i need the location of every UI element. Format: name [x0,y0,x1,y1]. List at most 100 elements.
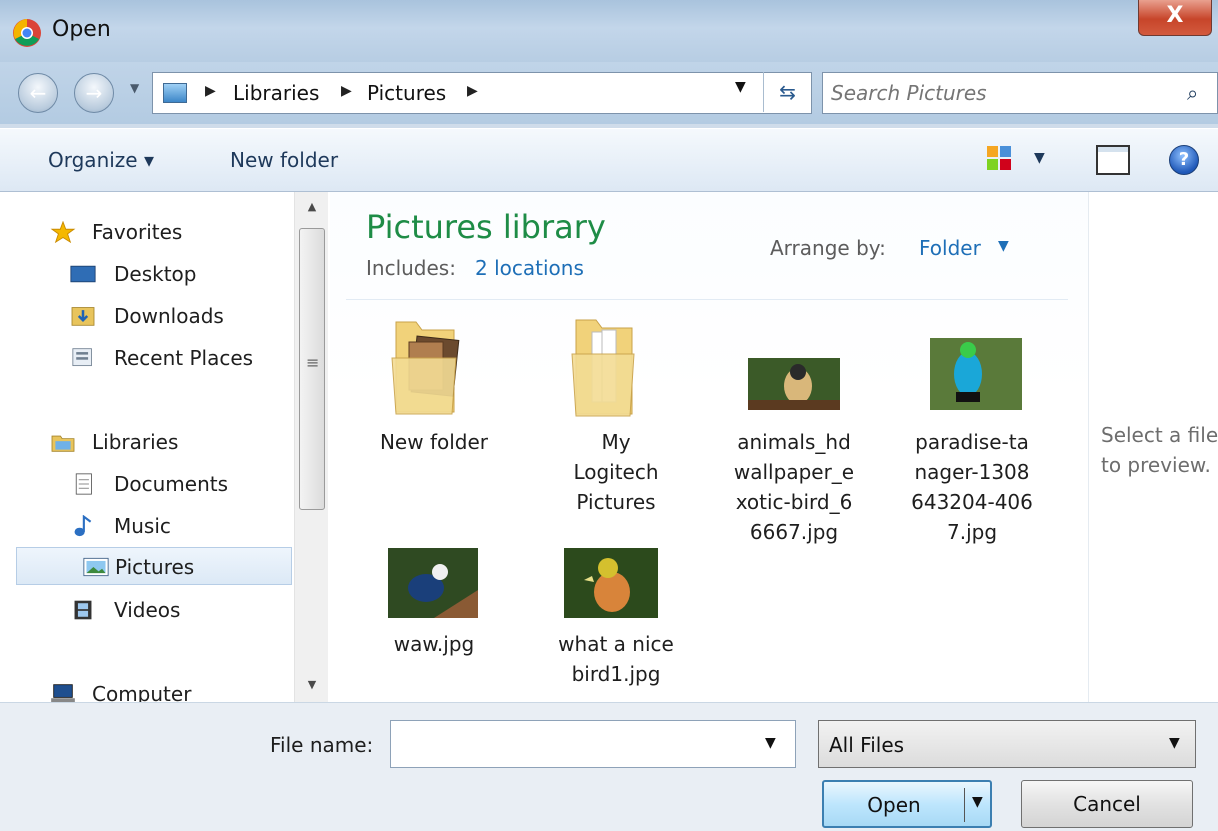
file-name-label: paradise-ta nager-1308 643204-406 7.jpg [911,430,1033,544]
search-icon[interactable]: ⌕ [1187,81,1198,105]
search-input[interactable] [831,79,1171,107]
preview-pane: Select a file to preview. [1088,192,1218,702]
file-name-dropdown-icon[interactable]: ▼ [765,735,776,751]
image-item-animals-hd-wallpaper[interactable]: animals_hd wallpaper_e xotic-bird_6 6667… [714,316,874,546]
forward-arrow-icon: → [85,81,103,105]
address-history-dropdown-icon[interactable]: ▼ [735,79,746,95]
new-folder-button[interactable]: New folder [230,148,338,172]
libraries-icon [51,435,75,452]
file-name-input[interactable] [399,730,749,758]
arrange-by-chevron-icon[interactable]: ▼ [998,238,1009,254]
scroll-up-icon[interactable]: ▲ [295,192,329,222]
sidebar-item-computer[interactable]: Computer [0,675,292,702]
videos-icon [74,600,92,620]
sidebar-item-label: Computer [92,682,192,702]
file-name-label: My Logitech Pictures [573,430,659,514]
sidebar-item-label: Pictures [115,555,195,579]
downloads-icon [71,307,95,326]
image-item-paradise-tanager[interactable]: paradise-ta nager-1308 643204-406 7.jpg [892,316,1052,546]
sidebar-item-label: Libraries [92,430,179,454]
address-bar[interactable]: ▶ Libraries ▶ Pictures ▶ [152,72,812,114]
sidebar-item-label: Music [114,514,171,538]
open-button[interactable]: Open ▼ [822,780,992,828]
pictures-library-icon [163,83,187,103]
file-name-combobox[interactable]: ▼ [390,720,796,768]
folder-with-pictures-icon [391,321,460,415]
sidebar-item-music[interactable]: Music [0,507,292,545]
file-type-select[interactable]: All Files ▼ [818,720,1196,768]
scroll-down-icon[interactable]: ▼ [295,670,329,700]
navigation-pane: Favorites Desktop Downloads Recent Place… [0,192,330,702]
refresh-icon: ⇆ [779,80,796,104]
pictures-icon [83,557,109,577]
breadcrumb-separator-icon[interactable]: ▶ [341,83,352,99]
file-name-label: animals_hd wallpaper_e xotic-bird_6 6667… [733,430,855,544]
open-options-dropdown-icon[interactable]: ▼ [972,794,983,810]
sidebar-item-desktop[interactable]: Desktop [0,255,292,293]
star-icon [50,221,76,243]
dialog-footer: File name: ▼ All Files ▼ Open ▼ Cancel [0,702,1218,831]
organize-menu[interactable]: Organize ▾ [48,148,154,172]
documents-icon [75,473,92,495]
image-item-what-a-nice-bird[interactable]: what a nice bird1.jpg [536,544,696,694]
refresh-button[interactable]: ⇆ [763,72,811,112]
cancel-button[interactable]: Cancel [1021,780,1193,828]
search-box[interactable]: ⌕ [822,72,1218,114]
folder-icon [571,319,635,417]
image-thumbnail [388,548,478,618]
help-icon[interactable]: ? [1169,145,1199,175]
folder-item-new-folder[interactable]: New folder [354,316,514,456]
file-list-pane: Pictures library Includes: 2 locations A… [330,192,1088,702]
sidebar-item-label: Favorites [92,220,183,244]
sidebar-item-libraries[interactable]: Libraries [0,423,292,461]
header-divider [346,299,1068,300]
includes-label: Includes: [366,256,456,280]
breadcrumb-separator-icon[interactable]: ▶ [467,83,478,99]
includes-locations-link[interactable]: 2 locations [475,256,584,280]
breadcrumb-libraries[interactable]: Libraries [233,81,319,105]
change-view-icon[interactable] [986,145,1012,171]
sidebar-item-label: Desktop [114,262,197,286]
arrange-by-dropdown[interactable]: Folder [919,236,981,260]
view-options-dropdown-icon[interactable]: ▼ [1034,150,1045,166]
sidebar-item-label: Documents [114,472,229,496]
image-thumbnail [748,358,840,410]
file-name-label: what a nice bird1.jpg [558,632,674,686]
sidebar-item-label: Videos [114,598,181,622]
recent-pages-dropdown-icon[interactable]: ▼ [130,81,139,95]
computer-icon [51,684,75,702]
file-type-dropdown-icon[interactable]: ▼ [1169,735,1180,751]
folder-item-my-logitech-pictures[interactable]: My Logitech Pictures [536,316,696,516]
breadcrumb-separator-icon[interactable]: ▶ [205,83,216,99]
sidebar-item-documents[interactable]: Documents [0,465,292,503]
sidebar-item-pictures[interactable]: Pictures [16,547,292,585]
navigation-scrollbar[interactable]: ▲ ▼ [294,192,328,702]
back-button[interactable]: ← [18,73,58,113]
file-name-label: File name: [270,733,374,757]
image-item-waw[interactable]: waw.jpg [354,544,514,656]
window-title: Open [52,17,111,42]
arrange-by-label: Arrange by: [770,236,886,260]
back-arrow-icon: ← [29,81,47,105]
scrollbar-thumb[interactable] [299,228,325,510]
open-button-label: Open [867,793,921,817]
breadcrumb-pictures[interactable]: Pictures [367,81,446,105]
title-bar: Open X [0,0,1218,62]
image-thumbnail [564,548,658,618]
close-button[interactable]: X [1138,0,1212,36]
sidebar-item-videos[interactable]: Videos [0,591,292,629]
library-title: Pictures library [366,208,606,246]
command-bar: Organize ▾ New folder ▼ ? [0,128,1218,192]
file-name-label: New folder [379,430,489,454]
file-type-value: All Files [829,733,905,757]
forward-button[interactable]: → [74,73,114,113]
music-icon [74,515,92,537]
sidebar-item-downloads[interactable]: Downloads [0,297,292,335]
file-name-label: waw.jpg [393,632,475,656]
preview-pane-toggle-icon[interactable] [1096,145,1130,175]
sidebar-item-label: Recent Places [114,346,254,370]
desktop-icon [70,265,96,283]
sidebar-item-recent-places[interactable]: Recent Places [0,339,292,377]
image-thumbnail [930,338,1022,410]
sidebar-item-favorites[interactable]: Favorites [0,213,292,251]
